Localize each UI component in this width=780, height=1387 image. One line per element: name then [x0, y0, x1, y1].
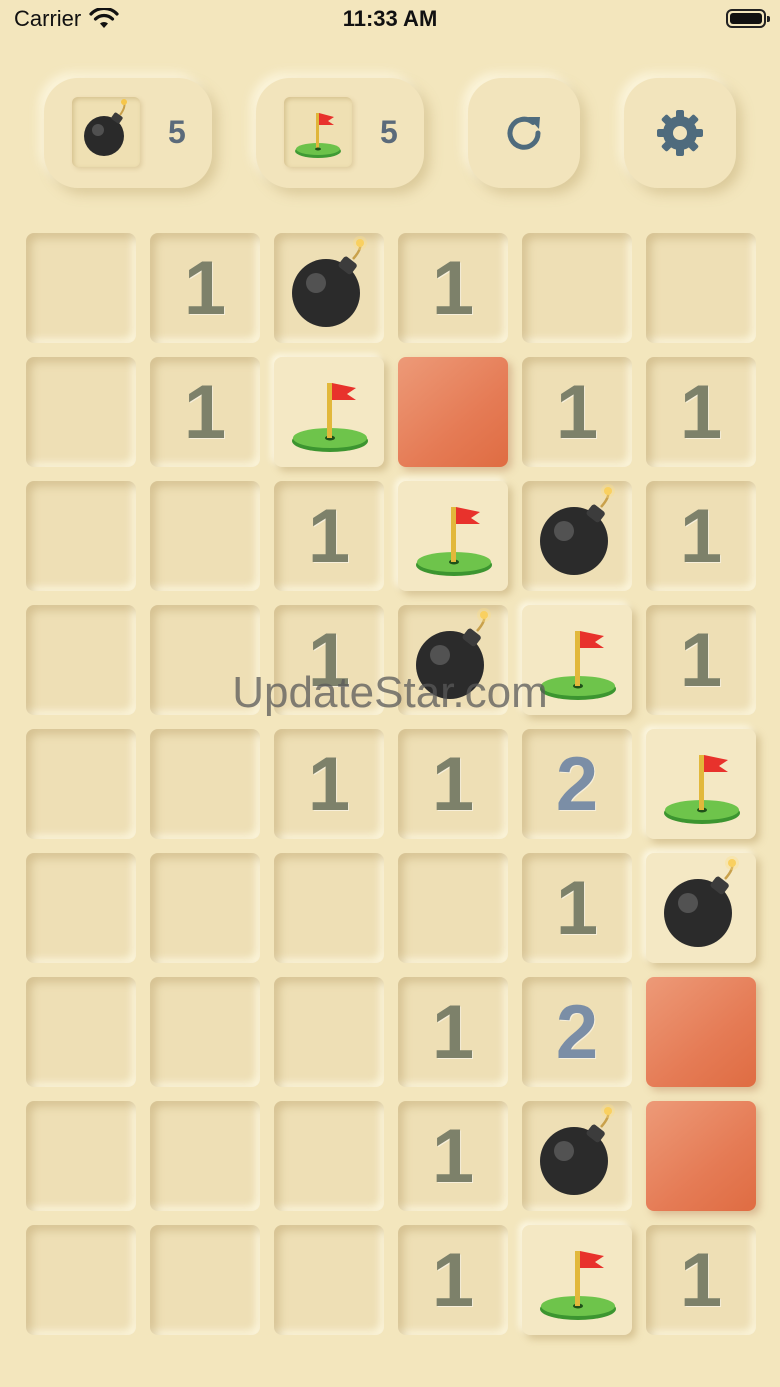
cell-number: 1	[431, 1237, 475, 1323]
board-cell-flag[interactable]	[522, 1225, 632, 1335]
wifi-icon	[89, 8, 119, 28]
board-cell-empty[interactable]	[522, 233, 632, 343]
cell-number: 1	[555, 865, 599, 951]
board-cell-number[interactable]: 1	[522, 357, 632, 467]
cell-number: 2	[555, 989, 599, 1075]
board-cell-flag[interactable]	[522, 605, 632, 715]
board-cell-bomb[interactable]	[522, 1101, 632, 1211]
bomb-icon	[664, 856, 739, 947]
carrier-label: Carrier	[14, 6, 82, 31]
board-cell-empty[interactable]	[26, 357, 136, 467]
cell-number: 1	[431, 741, 475, 827]
board-cell-number[interactable]: 1	[398, 977, 508, 1087]
board-cell-number[interactable]: 1	[398, 1225, 508, 1335]
board-cell-number[interactable]: 2	[522, 729, 632, 839]
cell-number: 1	[431, 989, 475, 1075]
board-cell-empty[interactable]	[26, 605, 136, 715]
bomb-icon	[292, 236, 367, 327]
cell-number: 1	[555, 369, 599, 455]
board-cell-empty[interactable]	[26, 853, 136, 963]
board-cell-empty[interactable]	[26, 233, 136, 343]
board-cell-number[interactable]: 1	[646, 357, 756, 467]
cell-number: 1	[679, 493, 723, 579]
board-cell-empty[interactable]	[150, 853, 260, 963]
board-cell-empty[interactable]	[274, 853, 384, 963]
cell-number: 1	[307, 741, 351, 827]
board-cell-bomb[interactable]	[398, 605, 508, 715]
board-cell-empty[interactable]	[274, 1101, 384, 1211]
board-cell-empty[interactable]	[274, 1225, 384, 1335]
board-cell-number[interactable]: 1	[274, 729, 384, 839]
refresh-icon	[507, 116, 541, 150]
status-bar: Carrier 11:33 AM	[0, 0, 780, 40]
board-cell-highlighted[interactable]	[646, 1101, 756, 1211]
board-cell-number[interactable]: 2	[522, 977, 632, 1087]
cell-number: 1	[431, 1113, 475, 1199]
restart-button[interactable]	[468, 78, 580, 188]
bomb-icon	[416, 608, 491, 699]
board-cell-bomb[interactable]	[274, 233, 384, 343]
board-cell-empty[interactable]	[398, 853, 508, 963]
board-cell-flag[interactable]	[646, 729, 756, 839]
board-cell-highlighted[interactable]	[646, 977, 756, 1087]
carrier: Carrier	[14, 6, 119, 32]
board-cell-empty[interactable]	[646, 233, 756, 343]
board-cell-bomb[interactable]	[646, 853, 756, 963]
board-cell-empty[interactable]	[26, 1101, 136, 1211]
board-cell-number[interactable]: 1	[398, 233, 508, 343]
board-cell-empty[interactable]	[274, 977, 384, 1087]
board-cell-number[interactable]: 1	[522, 853, 632, 963]
board-cell-flag[interactable]	[398, 481, 508, 591]
flag-icon	[540, 1251, 616, 1320]
cell-number: 1	[679, 369, 723, 455]
board-cell-empty[interactable]	[26, 729, 136, 839]
board-cell-empty[interactable]	[150, 977, 260, 1087]
bomb-icon	[84, 99, 127, 156]
board-cell-empty[interactable]	[26, 977, 136, 1087]
cell-number: 1	[183, 369, 227, 455]
gear-icon	[657, 110, 703, 156]
flag-icon	[416, 507, 492, 576]
cell-number: 2	[555, 741, 599, 827]
cell-number: 1	[307, 493, 351, 579]
flag-icon	[664, 755, 740, 824]
mine-counter: 5	[44, 78, 212, 188]
board-cell-flag[interactable]	[274, 357, 384, 467]
flag-icon	[292, 383, 368, 452]
mine-count: 5	[168, 114, 186, 150]
mine-counter-icon-tile	[72, 97, 140, 167]
board-cell-number[interactable]: 1	[646, 481, 756, 591]
flag-icon	[540, 631, 616, 700]
flag-counter: 5	[256, 78, 424, 188]
board-cell-number[interactable]: 1	[274, 605, 384, 715]
cell-number: 1	[183, 245, 227, 331]
flag-counter-icon-tile	[284, 97, 352, 167]
cell-number: 1	[679, 1237, 723, 1323]
board-cell-empty[interactable]	[26, 1225, 136, 1335]
board-cell-number[interactable]: 1	[398, 1101, 508, 1211]
board-cell-empty[interactable]	[150, 1225, 260, 1335]
flag-icon	[295, 113, 341, 158]
settings-button[interactable]	[624, 78, 736, 188]
board-cell-empty[interactable]	[150, 481, 260, 591]
board-cell-highlighted[interactable]	[398, 357, 508, 467]
board-cell-empty[interactable]	[150, 1101, 260, 1211]
board-cell-number[interactable]: 1	[274, 481, 384, 591]
board-cell-number[interactable]: 1	[646, 605, 756, 715]
board-cell-number[interactable]: 1	[646, 1225, 756, 1335]
board-cell-number[interactable]: 1	[150, 357, 260, 467]
battery-icon	[726, 9, 770, 28]
board-cell-empty[interactable]	[150, 729, 260, 839]
flag-count: 5	[380, 114, 398, 150]
cell-number: 1	[679, 617, 723, 703]
bomb-icon	[540, 1104, 615, 1195]
board-cell-bomb[interactable]	[522, 481, 632, 591]
cell-number: 1	[307, 617, 351, 703]
bomb-icon	[540, 484, 615, 575]
board-cell-empty[interactable]	[26, 481, 136, 591]
board-cell-number[interactable]: 1	[150, 233, 260, 343]
board-cell-empty[interactable]	[150, 605, 260, 715]
cell-number: 1	[431, 245, 475, 331]
board-cell-number[interactable]: 1	[398, 729, 508, 839]
